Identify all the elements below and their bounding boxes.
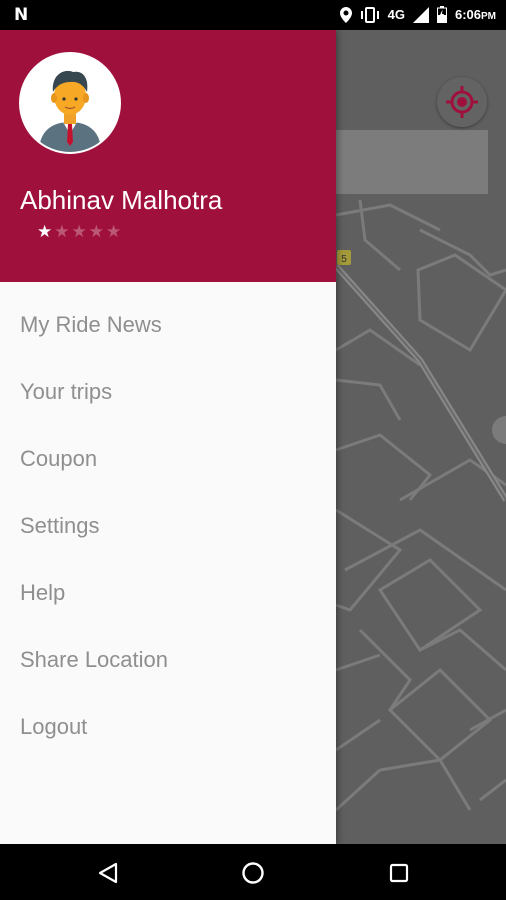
star-icon: ★	[106, 222, 122, 242]
star-icon: ★	[37, 222, 53, 242]
home-button[interactable]	[238, 858, 268, 888]
recents-square-icon	[389, 863, 409, 883]
status-bar: N 4G 6:06PM	[0, 0, 506, 30]
user-avatar-icon	[21, 54, 119, 152]
menu-item-share-location[interactable]: Share Location	[0, 626, 336, 693]
map-search-bar[interactable]	[336, 130, 488, 194]
location-pin-icon	[339, 6, 352, 23]
home-circle-icon	[242, 862, 264, 884]
drawer-header: Abhinav Malhotra ★ ★ ★ ★ ★	[0, 30, 336, 282]
clock: 6:06PM	[454, 7, 496, 22]
avatar[interactable]	[19, 52, 121, 154]
menu-item-help[interactable]: Help	[0, 559, 336, 626]
recents-button[interactable]	[384, 858, 414, 888]
drawer-menu: My Ride News Your trips Coupon Settings …	[0, 291, 336, 760]
menu-item-your-trips[interactable]: Your trips	[0, 358, 336, 425]
network-type: 4G	[387, 7, 405, 22]
crosshair-icon	[446, 86, 478, 118]
back-triangle-icon	[98, 862, 118, 884]
menu-item-logout[interactable]: Logout	[0, 693, 336, 760]
user-rating: ★ ★ ★ ★ ★	[37, 222, 121, 242]
road-sign-label: 5	[341, 254, 347, 265]
star-icon: ★	[54, 222, 70, 242]
star-icon: ★	[88, 222, 104, 242]
status-icons: 4G 6:06PM	[339, 6, 496, 23]
signal-icon	[412, 6, 429, 23]
menu-item-settings[interactable]: Settings	[0, 492, 336, 559]
system-nav-bar	[0, 844, 506, 900]
user-name: Abhinav Malhotra	[20, 185, 223, 215]
vibrate-icon	[360, 6, 379, 23]
navigation-drawer: Abhinav Malhotra ★ ★ ★ ★ ★ My Ride News …	[0, 30, 336, 844]
menu-item-coupon[interactable]: Coupon	[0, 425, 336, 492]
back-button[interactable]	[93, 858, 123, 888]
menu-item-my-ride-news[interactable]: My Ride News	[0, 291, 336, 358]
locate-me-button[interactable]	[437, 77, 487, 127]
star-icon: ★	[71, 222, 87, 242]
notification-n-icon: N	[14, 5, 29, 25]
battery-charging-icon	[436, 6, 447, 23]
